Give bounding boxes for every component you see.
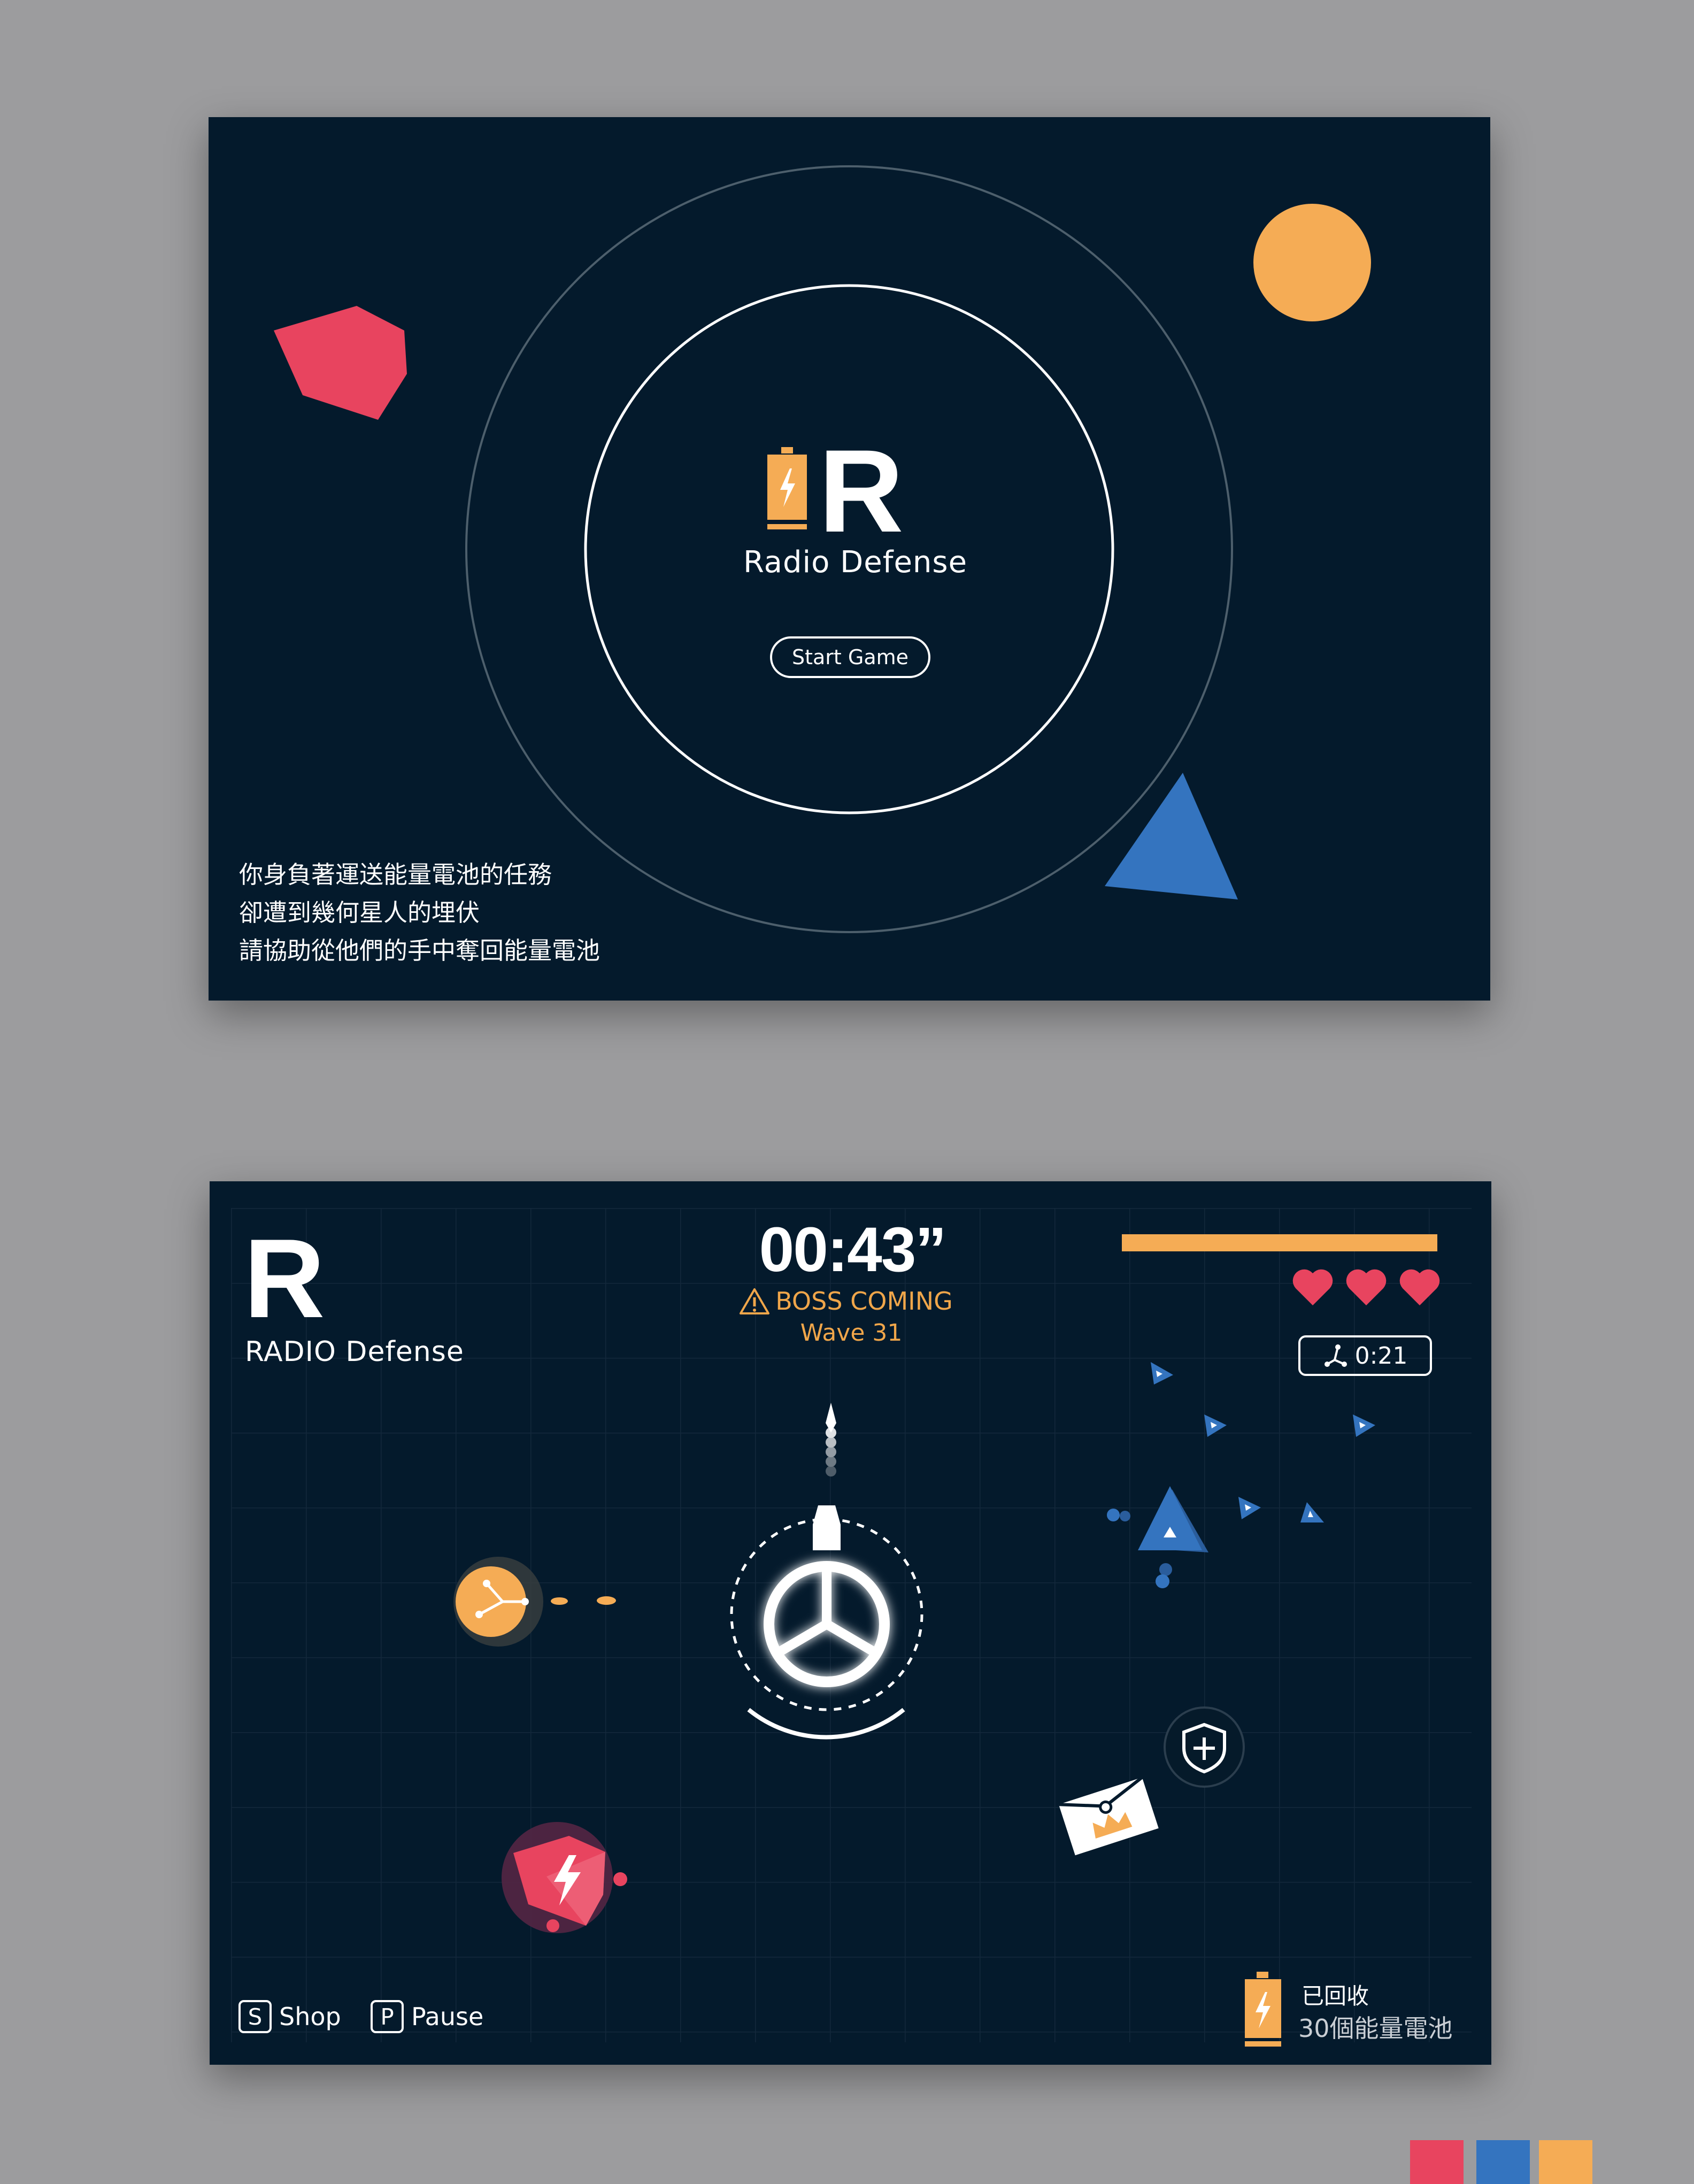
skill-icon [1324,1344,1347,1367]
wave-counter: Wave 31 [800,1319,903,1347]
shop-label: Shop [279,2002,341,2031]
logo-letter: R [244,1216,325,1341]
heart-icon [1292,1269,1333,1305]
game-title: RADIO Defense [245,1336,464,1368]
battery-icon [1245,1972,1281,2047]
boss-warning: BOSS COMING [718,1286,974,1316]
swatch-orange [1539,2140,1592,2184]
start-game-button[interactable]: Start Game [770,636,930,678]
blue-triangle-enemy [1105,773,1238,899]
game-logo: R [244,1216,325,1341]
warning-icon [740,1288,770,1314]
shield-powerup[interactable] [1164,1706,1245,1788]
red-pentagon-enemy [274,306,407,420]
app-logo: R [767,425,904,557]
story-text: 你身負著運送能量電池的任務 卻遭到幾何星人的埋伏 請協助從他們的手中奪回能量電池 [239,856,600,970]
story-line: 請協助從他們的手中奪回能量電池 [239,936,600,965]
collected-count: 30個能量電池 [1298,2014,1453,2043]
story-line: 卻遭到幾何星人的埋伏 [239,898,480,927]
shop-key: S [238,2000,272,2033]
skill-cooldown-time: 0:21 [1354,1342,1408,1370]
energy-bar [1122,1234,1437,1251]
heart-icon [1346,1269,1387,1305]
player-cannon [813,1505,841,1550]
title-screen: R Radio Defense Start Game 你身負著運送能量電池的任務… [209,117,1490,1001]
collected-label: 已回收 [1302,1983,1369,2009]
pause-button[interactable]: P Pause [371,2000,483,2033]
story-line: 你身負著運送能量電池的任務 [239,860,552,889]
logo-letter: R [819,425,904,557]
boss-warning-text: BOSS COMING [775,1287,953,1316]
pause-key: P [371,2000,404,2033]
heart-icon [1399,1269,1440,1305]
skill-cooldown-badge: 0:21 [1298,1335,1432,1376]
battery-icon [767,447,807,529]
orange-circle-enemy [1253,204,1371,321]
shop-button[interactable]: S Shop [238,2000,341,2033]
swatch-blue [1476,2140,1530,2184]
swatch-red [1410,2140,1464,2184]
lives-hearts [1291,1268,1441,1306]
game-screen: R RADIO Defense 00:43” BOSS COMING Wave … [210,1181,1491,2065]
pause-label: Pause [411,2002,484,2031]
app-title: Radio Defense [743,545,968,580]
countdown-timer: 00:43” [759,1214,947,1285]
